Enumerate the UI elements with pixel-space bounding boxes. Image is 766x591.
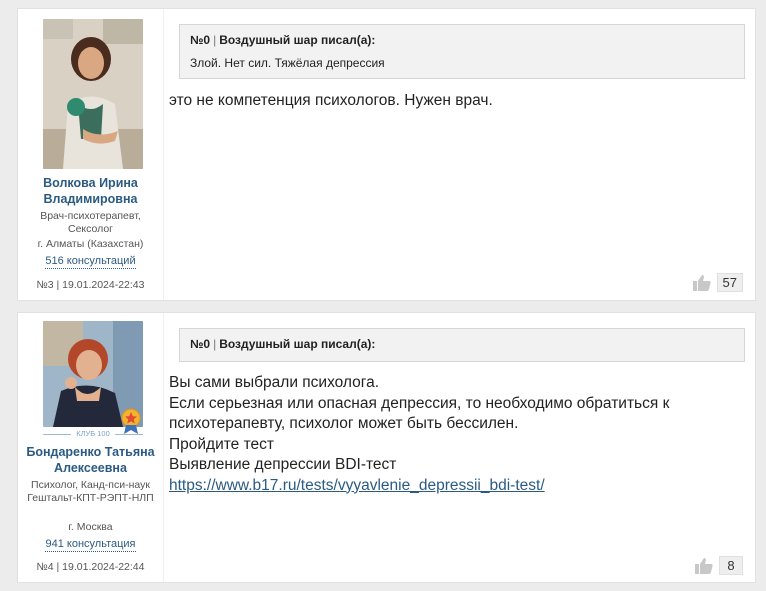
test-link[interactable]: https://www.b17.ru/tests/vyyavlenie_depr…: [169, 477, 545, 494]
thumbs-up-icon[interactable]: [695, 557, 713, 574]
forum-post: КЛУБ 100 Бондаренко Татьяна Алексеевна П…: [17, 312, 756, 583]
post-line: это не компетенция психологов. Нужен вра…: [169, 92, 493, 109]
author-city: г. Москва: [68, 521, 113, 533]
author-panel: Волкова Ирина Владимировна Врач-психотер…: [18, 9, 164, 300]
post-body: это не компетенция психологов. Нужен вра…: [169, 91, 739, 112]
quote-number[interactable]: №0: [190, 337, 210, 351]
avatar[interactable]: [43, 19, 143, 169]
quote-header: №0 | Воздушный шар писал(а):: [190, 337, 734, 351]
like-count: 57: [716, 273, 743, 292]
post-body: Вы сами выбрали психолога. Если серьезна…: [169, 373, 739, 496]
like-count: 8: [719, 556, 743, 575]
consultations-count[interactable]: 941 консультация: [45, 538, 136, 552]
quote-block: №0 | Воздушный шар писал(а):: [179, 328, 745, 362]
quote-author: Воздушный шар писал(а):: [219, 33, 376, 47]
consultations-count[interactable]: 516 консультаций: [45, 255, 136, 269]
post-meta: №4 | 19.01.2024-22:44: [36, 561, 145, 573]
thumbs-up-icon[interactable]: [692, 274, 711, 291]
post-line: Если серьезная или опасная депрессия, то…: [169, 394, 670, 433]
consultations-link[interactable]: 516 консультаций: [18, 255, 163, 269]
author-name[interactable]: Бондаренко Татьяна Алексеевна: [20, 444, 161, 476]
like-control[interactable]: 57: [692, 273, 743, 292]
author-panel: КЛУБ 100 Бондаренко Татьяна Алексеевна П…: [18, 313, 164, 582]
post-line: Вы сами выбрали психолога.: [169, 374, 380, 391]
club-badge: КЛУБ 100: [43, 429, 143, 439]
quote-number[interactable]: №0: [190, 33, 210, 47]
like-control[interactable]: 8: [695, 556, 743, 575]
post-meta: №3 | 19.01.2024-22:43: [36, 279, 145, 291]
author-role: Психолог, Канд-пси-наук Гештальт-КПТ-РЭП…: [27, 479, 154, 504]
author-name[interactable]: Волкова Ирина Владимировна: [20, 175, 161, 207]
post-line: Выявление депрессии BDI-тест: [169, 456, 397, 473]
quote-author: Воздушный шар писал(а):: [219, 337, 376, 351]
quote-separator: |: [213, 337, 217, 351]
quote-header: №0 | Воздушный шар писал(а):: [190, 33, 734, 47]
author-city: г. Алматы (Казахстан): [37, 238, 144, 250]
author-role: Врач-психотерапевт, Сексолог: [40, 210, 141, 235]
consultations-link[interactable]: 941 консультация: [18, 538, 163, 552]
post-line: Пройдите тест: [169, 435, 274, 453]
quote-separator: |: [213, 33, 217, 47]
forum-post: Волкова Ирина Владимировна Врач-психотер…: [17, 8, 756, 301]
quote-text: Злой. Нет сил. Тяжёлая депрессия: [190, 56, 385, 70]
quote-block: №0 | Воздушный шар писал(а): Злой. Нет сил…: [179, 24, 745, 79]
